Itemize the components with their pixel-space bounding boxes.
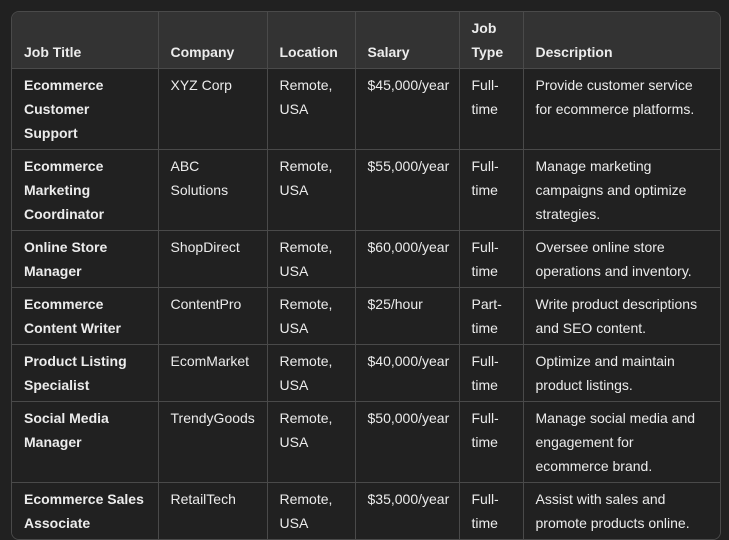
cell-company: XYZ Corp bbox=[157, 68, 267, 150]
cell-description: Oversee online store operations and inve… bbox=[522, 230, 720, 288]
jobs-table: Job Title Company Location Salary Job Type De… bbox=[12, 12, 720, 539]
cell-location: Remote, USA bbox=[266, 482, 355, 539]
cell-job-type: Full-time bbox=[458, 68, 523, 150]
cell-salary: $25/hour bbox=[354, 287, 459, 345]
table-row: Ecommerce Marketing Coordinator ABC Solut… bbox=[12, 149, 720, 231]
cell-salary: $40,000/year bbox=[354, 344, 459, 402]
table-header-row: Job Title Company Location Salary Job Type De… bbox=[12, 12, 720, 69]
cell-company: TrendyGoods bbox=[157, 401, 267, 483]
cell-job-type: Full-time bbox=[458, 344, 523, 402]
cell-job-title: Ecommerce Customer Support bbox=[12, 68, 158, 150]
header-company: Company bbox=[157, 12, 267, 69]
header-job-type: Job Type bbox=[458, 12, 523, 69]
table-row: Ecommerce Customer Support XYZ Corp Remote… bbox=[12, 68, 720, 150]
cell-company: ShopDirect bbox=[157, 230, 267, 288]
cell-description: Write product descriptions and SEO conte… bbox=[522, 287, 720, 345]
cell-location: Remote, USA bbox=[266, 401, 355, 483]
table-row: Ecommerce Sales Associate RetailTech Remot… bbox=[12, 482, 720, 539]
cell-company: ContentPro bbox=[157, 287, 267, 345]
cell-job-type: Full-time bbox=[458, 482, 523, 539]
cell-location: Remote, USA bbox=[266, 149, 355, 231]
cell-job-title: Ecommerce Marketing Coordinator bbox=[12, 149, 158, 231]
header-job-title: Job Title bbox=[12, 12, 158, 69]
cell-location: Remote, USA bbox=[266, 287, 355, 345]
cell-description: Assist with sales and promote products o… bbox=[522, 482, 720, 539]
table-row: Ecommerce Content Writer ContentPro Remote… bbox=[12, 287, 720, 345]
header-salary: Salary bbox=[354, 12, 459, 69]
table-row: Social Media Manager TrendyGoods Remote, U… bbox=[12, 401, 720, 483]
header-location: Location bbox=[266, 12, 355, 69]
cell-salary: $35,000/year bbox=[354, 482, 459, 539]
cell-job-title: Product Listing Specialist bbox=[12, 344, 158, 402]
cell-location: Remote, USA bbox=[266, 344, 355, 402]
header-description: Description bbox=[522, 12, 720, 69]
cell-location: Remote, USA bbox=[266, 68, 355, 150]
cell-company: RetailTech bbox=[157, 482, 267, 539]
cell-job-title: Ecommerce Sales Associate bbox=[12, 482, 158, 539]
cell-salary: $50,000/year bbox=[354, 401, 459, 483]
cell-job-type: Full-time bbox=[458, 149, 523, 231]
cell-description: Provide customer service for ecommerce p… bbox=[522, 68, 720, 150]
cell-job-title: Ecommerce Content Writer bbox=[12, 287, 158, 345]
cell-description: Manage social media and engagement for e… bbox=[522, 401, 720, 483]
cell-location: Remote, USA bbox=[266, 230, 355, 288]
jobs-table-container: Job Title Company Location Salary Job Type De… bbox=[11, 11, 721, 540]
cell-salary: $45,000/year bbox=[354, 68, 459, 150]
cell-job-title: Social Media Manager bbox=[12, 401, 158, 483]
cell-job-type: Full-time bbox=[458, 230, 523, 288]
table-row: Online Store Manager ShopDirect Remote, US… bbox=[12, 230, 720, 288]
table-row: Product Listing Specialist EcomMarket Remo… bbox=[12, 344, 720, 402]
cell-job-title: Online Store Manager bbox=[12, 230, 158, 288]
cell-salary: $55,000/year bbox=[354, 149, 459, 231]
cell-description: Manage marketing campaigns and optimize … bbox=[522, 149, 720, 231]
cell-salary: $60,000/year bbox=[354, 230, 459, 288]
cell-job-type: Full-time bbox=[458, 401, 523, 483]
cell-company: ABC Solutions bbox=[157, 149, 267, 231]
cell-job-type: Part-time bbox=[458, 287, 523, 345]
cell-description: Optimize and maintain product listings. bbox=[522, 344, 720, 402]
cell-company: EcomMarket bbox=[157, 344, 267, 402]
